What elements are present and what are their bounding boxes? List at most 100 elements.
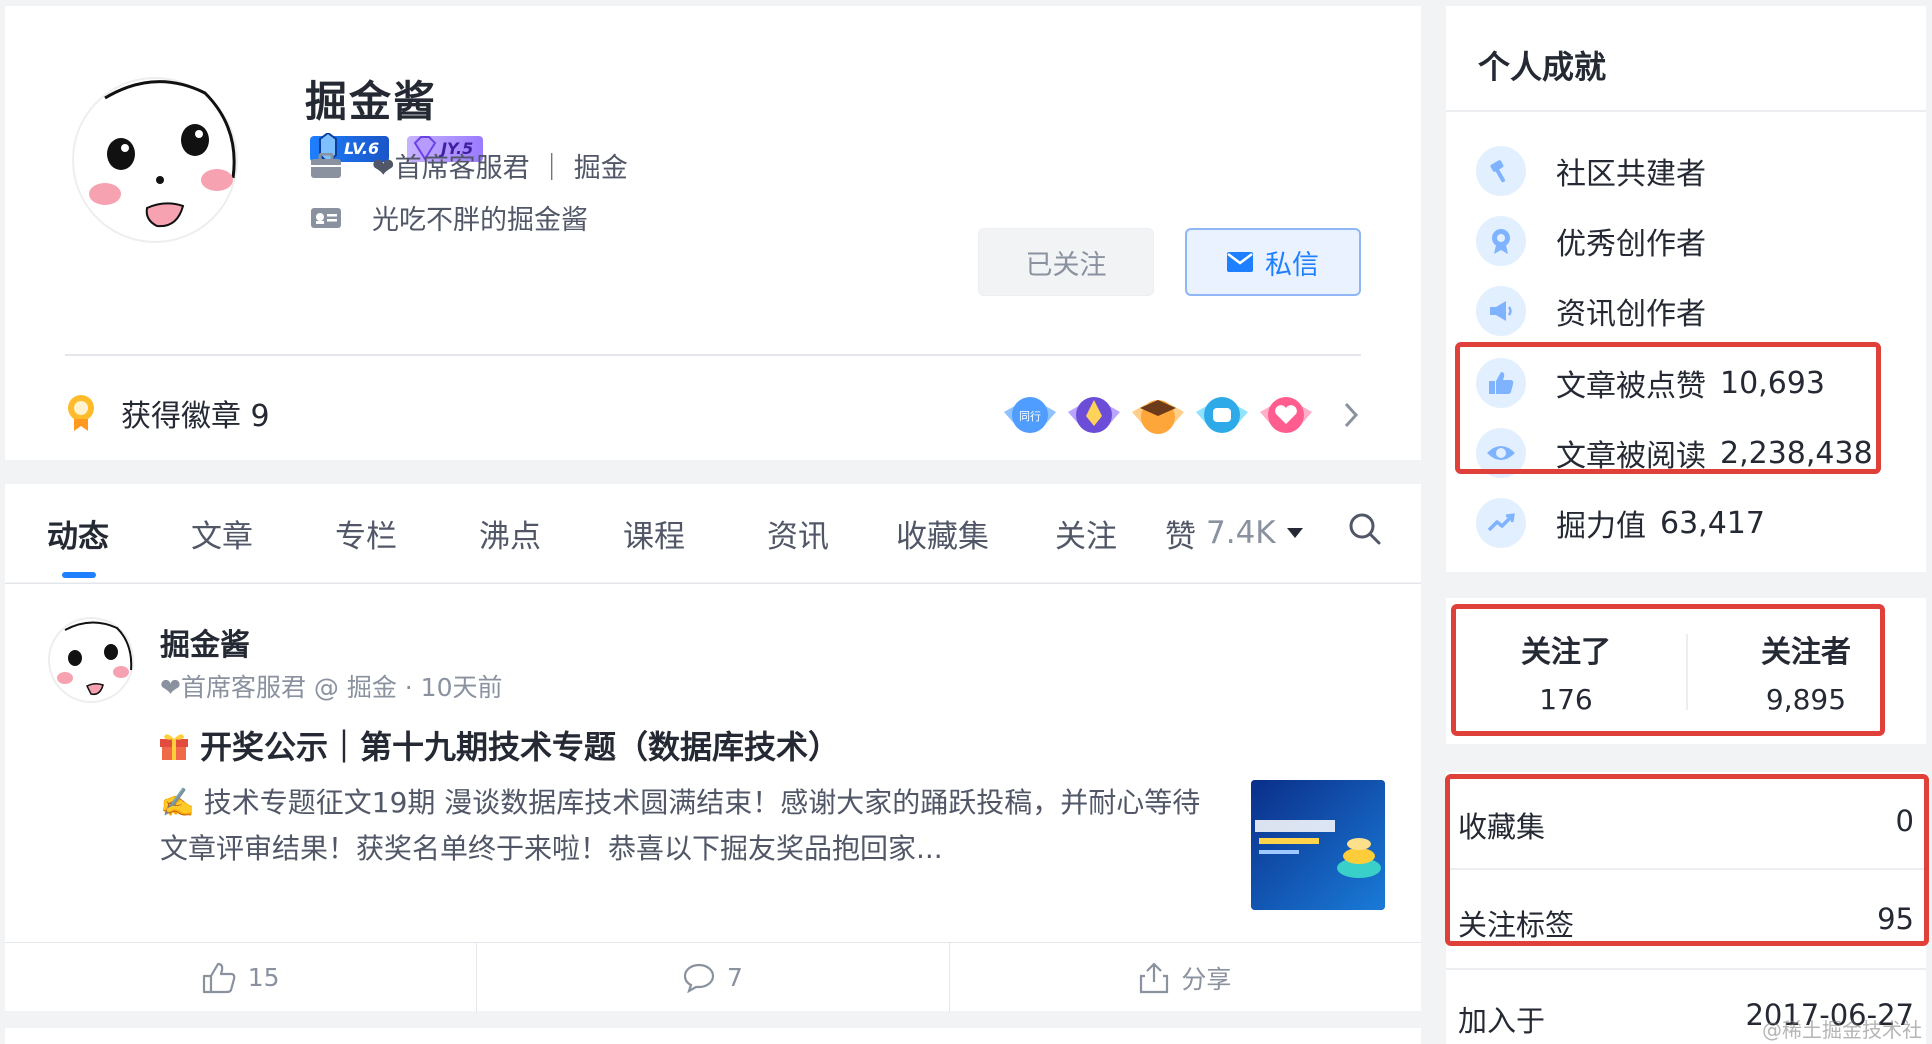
like-button[interactable]: 15 [5, 943, 476, 1012]
comment-button[interactable]: 7 [476, 943, 948, 1012]
thumbs-up-outline-icon [202, 962, 236, 993]
achievement-label: 优秀创作者 [1556, 227, 1706, 262]
list-item-value: 0 [1895, 804, 1914, 838]
like-count: 15 [247, 963, 280, 992]
next-feed-item [5, 1028, 1421, 1044]
achievement-label: 文章被点赞 [1556, 369, 1706, 404]
id-card-icon [311, 207, 341, 228]
achievement-label: 文章被阅读 [1556, 439, 1706, 474]
achievement-article-reads[interactable]: 文章被阅读 2,238,438 [1476, 428, 1873, 478]
medal-grad-cap-icon [1132, 400, 1184, 434]
tab-courses[interactable]: 课程 [623, 484, 685, 582]
profile-name: 掘金酱 [305, 77, 438, 126]
thumbs-up-icon [1476, 358, 1526, 408]
trend-icon [1476, 498, 1526, 548]
tab-collections[interactable]: 收藏集 [896, 484, 989, 582]
achievement-power[interactable]: 掘力值 63,417 [1476, 498, 1765, 548]
share-label: 分享 [1181, 964, 1232, 994]
tab-active-indicator [62, 572, 96, 578]
medals-label: 获得徽章 9 [121, 399, 270, 434]
tab-following[interactable]: 关注 [1055, 484, 1117, 582]
watermark: @稀土掘金技术社区 [1762, 1018, 1922, 1042]
achievement-value: 10,693 [1720, 365, 1825, 401]
achievement-builder[interactable]: 社区共建者 [1476, 146, 1706, 196]
bio-row: 光吃不胖的掘金酱 [310, 198, 588, 237]
tab-likes-count: 7.4K [1206, 515, 1276, 551]
list-divider [1446, 868, 1926, 870]
medal-heart-icon [1260, 397, 1312, 433]
followers-value: 9,895 [1765, 682, 1847, 716]
list-item[interactable]: 收藏集 0 [1458, 804, 1914, 846]
list-item-label: 收藏集 [1458, 810, 1546, 844]
medal-icon [68, 395, 94, 431]
avatar[interactable] [65, 68, 245, 248]
post-thumbnail[interactable] [1251, 780, 1385, 910]
svg-text:同行: 同行 [1019, 410, 1041, 423]
feed-item: 掘金酱 ❤首席客服君 @ 掘金 · 10天前 开奖公示｜第十九期技术专题（数据库… [5, 583, 1421, 1012]
post-author-name[interactable]: 掘金酱 [160, 620, 250, 664]
followers-label: 关注者 [1761, 634, 1851, 670]
following-value: 176 [1539, 682, 1593, 716]
post-excerpt[interactable]: ✍️ 技术专题征文19期 漫谈数据库技术圆满结束！感谢大家的踊跃投稿，并耐心等待… [160, 780, 1210, 872]
achievement-value: 2,238,438 [1720, 435, 1873, 471]
following-label: 关注了 [1521, 634, 1611, 670]
follow-stats: 关注了 176 关注者 9,895 [1446, 598, 1926, 744]
profile-tabs: 动态 文章 专栏 沸点 课程 资讯 收藏集 关注 赞 7.4K [5, 484, 1421, 582]
achievements-divider [1446, 110, 1926, 112]
profile-card: 掘金酱 LV.6 JY.5 ❤首席客服君 ｜ 掘金 光吃不胖的掘金酱 已关注 私… [5, 6, 1421, 460]
profile-divider [65, 354, 1361, 356]
search-icon[interactable] [1348, 512, 1382, 546]
caret-down-icon [1286, 528, 1303, 538]
achievements-title: 个人成就 [1478, 48, 1607, 86]
tab-pins[interactable]: 沸点 [479, 484, 541, 582]
eye-icon [1476, 428, 1526, 478]
message-button[interactable]: 私信 [1185, 228, 1361, 296]
tab-likes[interactable]: 赞 7.4K [1165, 484, 1304, 582]
list-item[interactable]: 关注标签 95 [1458, 902, 1914, 944]
tab-articles[interactable]: 文章 [191, 484, 253, 582]
hammer-icon [1476, 146, 1526, 196]
achievement-news-author[interactable]: 资讯创作者 [1476, 286, 1706, 336]
tab-activity[interactable]: 动态 [47, 484, 109, 582]
award-icon [1476, 216, 1526, 266]
tab-columns[interactable]: 专栏 [335, 484, 397, 582]
medal-badge-icon: 同行 [1004, 397, 1056, 433]
medal-list[interactable]: 同行 [1000, 390, 1316, 440]
post-meta: ❤首席客服君 @ 掘金 · 10天前 [160, 673, 503, 702]
list-divider [1446, 968, 1926, 970]
achievement-label: 掘力值 [1556, 509, 1646, 544]
achievement-excellent-author[interactable]: 优秀创作者 [1476, 216, 1706, 266]
followers-stat[interactable]: 关注者 9,895 [1686, 598, 1926, 744]
followed-button[interactable]: 已关注 [978, 228, 1154, 296]
post-author-avatar[interactable] [45, 614, 137, 706]
share-icon [1140, 961, 1169, 993]
position-row: ❤首席客服君 ｜ 掘金 [310, 146, 628, 185]
bio-text: 光吃不胖的掘金酱 [372, 205, 588, 236]
user-lists: 收藏集 0 关注标签 95 加入于 2017-06-27 [1446, 772, 1926, 1044]
medal-robot-icon [1196, 397, 1248, 433]
post-title[interactable]: 开奖公示｜第十九期技术专题（数据库技术） [158, 722, 840, 768]
achievement-value: 63,417 [1660, 505, 1765, 541]
list-item-value: 95 [1877, 902, 1914, 936]
briefcase-icon [311, 152, 341, 178]
comment-icon [683, 963, 715, 993]
achievements-card: 个人成就 社区共建者 优秀创作者 资讯创作者 文章被点赞 10,693 文章被阅… [1446, 6, 1926, 572]
achievement-article-likes[interactable]: 文章被点赞 10,693 [1476, 358, 1825, 408]
tab-likes-label: 赞 [1165, 518, 1196, 555]
position-text: ❤首席客服君 ｜ 掘金 [372, 153, 628, 184]
share-button[interactable]: 分享 [948, 943, 1421, 1012]
following-stat[interactable]: 关注了 176 [1446, 598, 1686, 744]
list-item-label: 加入于 [1458, 1004, 1546, 1038]
list-item-label: 关注标签 [1458, 908, 1575, 942]
post-actions: 15 7 分享 [5, 942, 1421, 1012]
medals-summary[interactable]: 获得徽章 9 [65, 391, 270, 435]
gift-icon [160, 734, 188, 760]
achievement-label: 社区共建者 [1556, 157, 1706, 192]
tab-news[interactable]: 资讯 [767, 484, 829, 582]
megaphone-icon [1476, 286, 1526, 336]
comment-count: 7 [727, 963, 743, 992]
medal-pen-icon [1068, 397, 1120, 433]
message-button-label: 私信 [1265, 249, 1319, 281]
chevron-right-icon[interactable] [1343, 401, 1359, 429]
mail-icon [1227, 252, 1253, 272]
